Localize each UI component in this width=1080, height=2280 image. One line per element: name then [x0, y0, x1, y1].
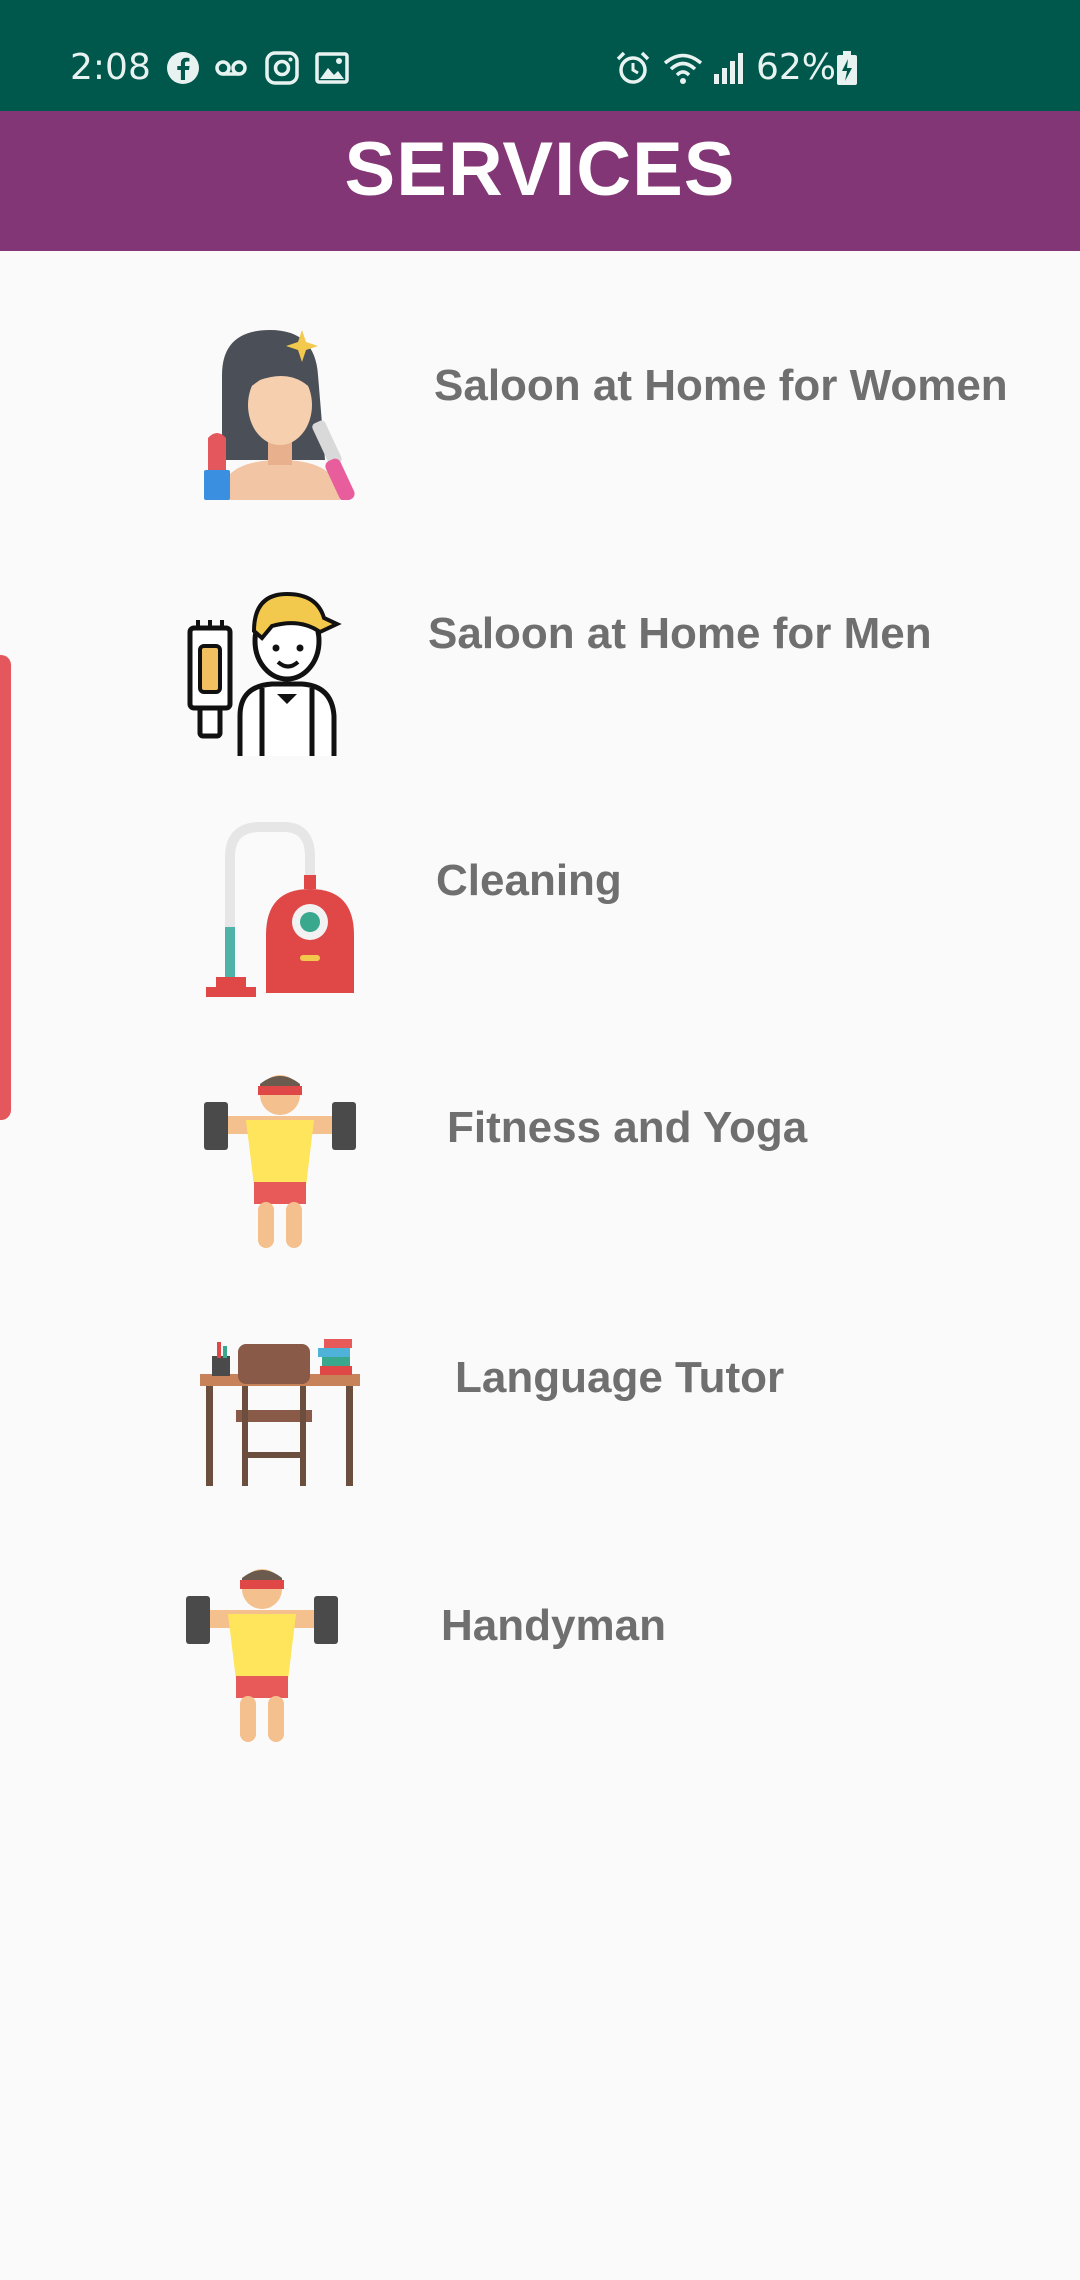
- study-desk-icon: [200, 1339, 360, 1486]
- service-item-language-tutor[interactable]: Language Tutor: [0, 1292, 1080, 1522]
- service-item-fitness[interactable]: Fitness and Yoga: [0, 1042, 1080, 1272]
- status-bar: 2:08 62%: [0, 0, 1080, 111]
- signal-icon: [714, 53, 743, 84]
- fitness-dumbbell-icon: [204, 1075, 356, 1248]
- gallery-icon: [315, 52, 349, 84]
- service-item-saloon-women[interactable]: Saloon at Home for Women: [0, 300, 1080, 530]
- service-item-handyman[interactable]: Handyman: [0, 1540, 1080, 1770]
- battery-charging-icon: [837, 51, 857, 85]
- barber-man-icon: [187, 591, 342, 756]
- service-item-saloon-men[interactable]: Saloon at Home for Men: [0, 548, 1080, 778]
- service-label: Saloon at Home for Women: [434, 361, 1008, 410]
- status-time: 2:08: [70, 47, 151, 88]
- wifi-icon: [663, 53, 703, 84]
- service-label: Fitness and Yoga: [447, 1103, 808, 1152]
- service-label: Saloon at Home for Men: [428, 609, 932, 658]
- woman-makeup-icon: [204, 330, 355, 500]
- page-title: SERVICES: [344, 127, 736, 212]
- facebook-icon: [167, 52, 199, 84]
- service-item-cleaning[interactable]: Cleaning: [0, 795, 1080, 1025]
- alarm-icon: [616, 51, 650, 84]
- service-label: Language Tutor: [455, 1353, 785, 1402]
- fitness-dumbbell-icon: [186, 1569, 338, 1742]
- vacuum-cleaner-icon: [206, 822, 354, 997]
- service-label: Cleaning: [436, 856, 622, 905]
- app-bar: SERVICES: [0, 111, 1080, 251]
- instagram-icon: [265, 51, 299, 85]
- service-label: Handyman: [441, 1601, 666, 1650]
- battery-percentage: 62%: [756, 47, 837, 88]
- voicemail-icon: [215, 60, 247, 76]
